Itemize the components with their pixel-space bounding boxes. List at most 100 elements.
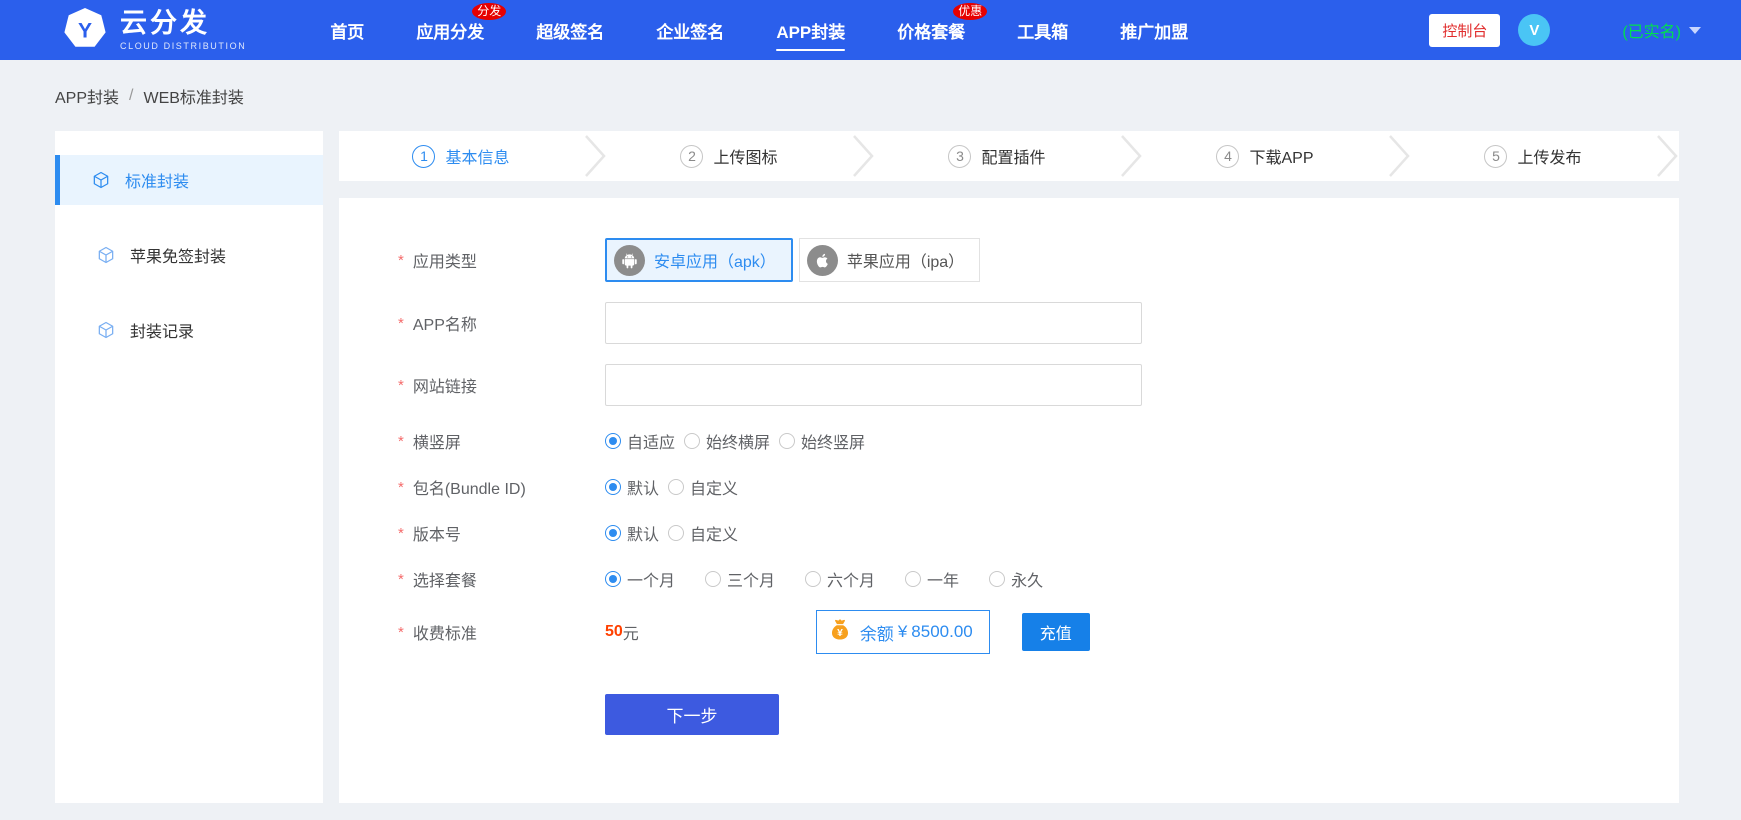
radio-option-six-months[interactable]: 六个月 xyxy=(805,567,875,591)
step-5-upload-publish[interactable]: 5 上传发布 xyxy=(1411,144,1655,168)
nav-item-home[interactable]: 首页 xyxy=(304,0,390,60)
app-type-row: * 应用类型 安卓应用（apk） 苹果应用（ipa） xyxy=(398,238,1679,282)
user-avatar[interactable]: V xyxy=(1518,14,1550,46)
required-asterisk: * xyxy=(398,377,404,394)
site-url-label: 网站链接 xyxy=(413,373,477,397)
money-bag-icon: ¥ xyxy=(827,617,853,648)
radio-option-one-year[interactable]: 一年 xyxy=(905,567,959,591)
sidebar-item-standard-packaging[interactable]: 标准封装 xyxy=(55,155,323,205)
radio-option-always-landscape[interactable]: 始终横屏 xyxy=(684,429,770,453)
fee-row: * 收费标准 50 元 ¥ 余额 ¥ 8500.00 xyxy=(398,610,1679,654)
account-menu[interactable]: (已实名) xyxy=(1622,18,1701,42)
version-radio-group: 默认 自定义 xyxy=(605,521,738,545)
distribution-badge: 分发 xyxy=(472,3,506,20)
nav-item-affiliate[interactable]: 推广加盟 xyxy=(1094,0,1214,60)
cube-icon xyxy=(91,170,111,190)
balance-label: 余额 xyxy=(860,620,894,645)
verified-status: (已实名) xyxy=(1622,18,1681,42)
step-separator-icon xyxy=(1387,133,1411,179)
balance-box[interactable]: ¥ 余额 ¥ 8500.00 xyxy=(816,610,990,654)
radio-icon xyxy=(705,571,721,587)
step-3-configure-plugins[interactable]: 3 配置插件 xyxy=(875,144,1119,168)
bundle-id-label: 包名(Bundle ID) xyxy=(413,475,526,499)
basic-info-form: * 应用类型 安卓应用（apk） 苹果应用（ipa） xyxy=(339,198,1679,803)
step-2-upload-icon[interactable]: 2 上传图标 xyxy=(607,144,851,168)
radio-icon xyxy=(779,433,795,449)
cube-icon xyxy=(96,245,116,265)
console-button[interactable]: 控制台 xyxy=(1429,14,1500,47)
radio-option-three-months[interactable]: 三个月 xyxy=(705,567,775,591)
brand-title: 云分发 xyxy=(120,10,246,37)
radio-option-default[interactable]: 默认 xyxy=(605,475,659,499)
fee-unit: 元 xyxy=(623,620,639,644)
breadcrumb: APP封装 / WEB标准封装 xyxy=(0,60,1741,131)
required-asterisk: * xyxy=(398,479,404,496)
version-row: * 版本号 默认 自定义 xyxy=(398,518,1679,548)
brand-subtitle: CLOUD DISTRIBUTION xyxy=(120,41,246,51)
fee-amount: 50 xyxy=(605,623,623,641)
site-url-row: * 网站链接 xyxy=(398,364,1679,406)
radio-icon xyxy=(668,479,684,495)
sidebar-item-apple-signfree-packaging[interactable]: 苹果免签封装 xyxy=(55,230,323,280)
required-asterisk: * xyxy=(398,252,404,269)
app-name-label: APP名称 xyxy=(413,311,477,335)
orientation-radio-group: 自适应 始终横屏 始终竖屏 xyxy=(605,429,865,453)
radio-option-always-portrait[interactable]: 始终竖屏 xyxy=(779,429,865,453)
radio-icon xyxy=(605,433,621,449)
bundle-id-radio-group: 默认 自定义 xyxy=(605,475,738,499)
app-type-label: 应用类型 xyxy=(413,248,477,272)
radio-icon xyxy=(605,571,621,587)
ios-app-type-button[interactable]: 苹果应用（ipa） xyxy=(799,238,980,282)
radio-option-default[interactable]: 默认 xyxy=(605,521,659,545)
orientation-row: * 横竖屏 自适应 始终横屏 始终竖屏 xyxy=(398,426,1679,456)
balance-amount: 8500.00 xyxy=(911,622,972,642)
svg-text:Y: Y xyxy=(78,20,92,43)
breadcrumb-current: WEB标准封装 xyxy=(143,84,243,108)
svg-text:¥: ¥ xyxy=(837,627,843,638)
radio-icon xyxy=(684,433,700,449)
step-1-basic-info[interactable]: 1 基本信息 xyxy=(339,144,583,168)
nav-item-super-signature[interactable]: 超级签名 xyxy=(510,0,630,60)
sidebar: 标准封装 苹果免签封装 封装记录 xyxy=(55,131,323,803)
nav-item-toolbox[interactable]: 工具箱 xyxy=(991,0,1094,60)
radio-option-adaptive[interactable]: 自适应 xyxy=(605,429,675,453)
step-separator-icon xyxy=(851,133,875,179)
site-url-input[interactable] xyxy=(605,364,1142,406)
bundle-id-row: * 包名(Bundle ID) 默认 自定义 xyxy=(398,472,1679,502)
radio-icon xyxy=(605,525,621,541)
brand-logo[interactable]: Y 云分发 CLOUD DISTRIBUTION xyxy=(62,7,246,53)
nav-item-app-distribution[interactable]: 应用分发 分发 xyxy=(390,0,510,60)
radio-option-custom[interactable]: 自定义 xyxy=(668,521,738,545)
android-app-type-button[interactable]: 安卓应用（apk） xyxy=(605,238,793,282)
radio-option-one-month[interactable]: 一个月 xyxy=(605,567,675,591)
required-asterisk: * xyxy=(398,571,404,588)
plan-radio-group: 一个月 三个月 六个月 一年 xyxy=(605,567,1043,591)
fee-label: 收费标准 xyxy=(413,620,477,644)
radio-icon xyxy=(989,571,1005,587)
nav-item-app-packaging[interactable]: APP封装 xyxy=(750,0,871,60)
version-label: 版本号 xyxy=(413,521,461,545)
nav-item-pricing[interactable]: 价格套餐 优惠 xyxy=(871,0,991,60)
recharge-button[interactable]: 充值 xyxy=(1022,613,1090,651)
main-nav: 首页 应用分发 分发 超级签名 企业签名 APP封装 价格套餐 优惠 工具箱 推… xyxy=(304,0,1214,60)
nav-item-enterprise-signature[interactable]: 企业签名 xyxy=(630,0,750,60)
radio-option-custom[interactable]: 自定义 xyxy=(668,475,738,499)
plan-row: * 选择套餐 一个月 三个月 六个月 xyxy=(398,564,1679,594)
breadcrumb-parent[interactable]: APP封装 xyxy=(55,84,119,108)
next-step-button[interactable]: 下一步 xyxy=(605,694,779,735)
sidebar-item-packaging-records[interactable]: 封装记录 xyxy=(55,305,323,355)
step-4-download-app[interactable]: 4 下载APP xyxy=(1143,144,1387,168)
step-separator-icon xyxy=(583,133,607,179)
radio-option-forever[interactable]: 永久 xyxy=(989,567,1043,591)
required-asterisk: * xyxy=(398,624,404,641)
chevron-down-icon xyxy=(1689,27,1701,34)
logo-heptagon-icon: Y xyxy=(62,7,108,53)
step-separator-icon xyxy=(1655,133,1679,179)
balance-currency: ¥ xyxy=(898,622,907,642)
top-navbar: Y 云分发 CLOUD DISTRIBUTION 首页 应用分发 分发 超级签名… xyxy=(0,0,1741,60)
required-asterisk: * xyxy=(398,433,404,450)
step-separator-icon xyxy=(1119,133,1143,179)
app-name-input[interactable] xyxy=(605,302,1142,344)
discount-badge: 优惠 xyxy=(953,3,987,20)
app-name-row: * APP名称 xyxy=(398,302,1679,344)
